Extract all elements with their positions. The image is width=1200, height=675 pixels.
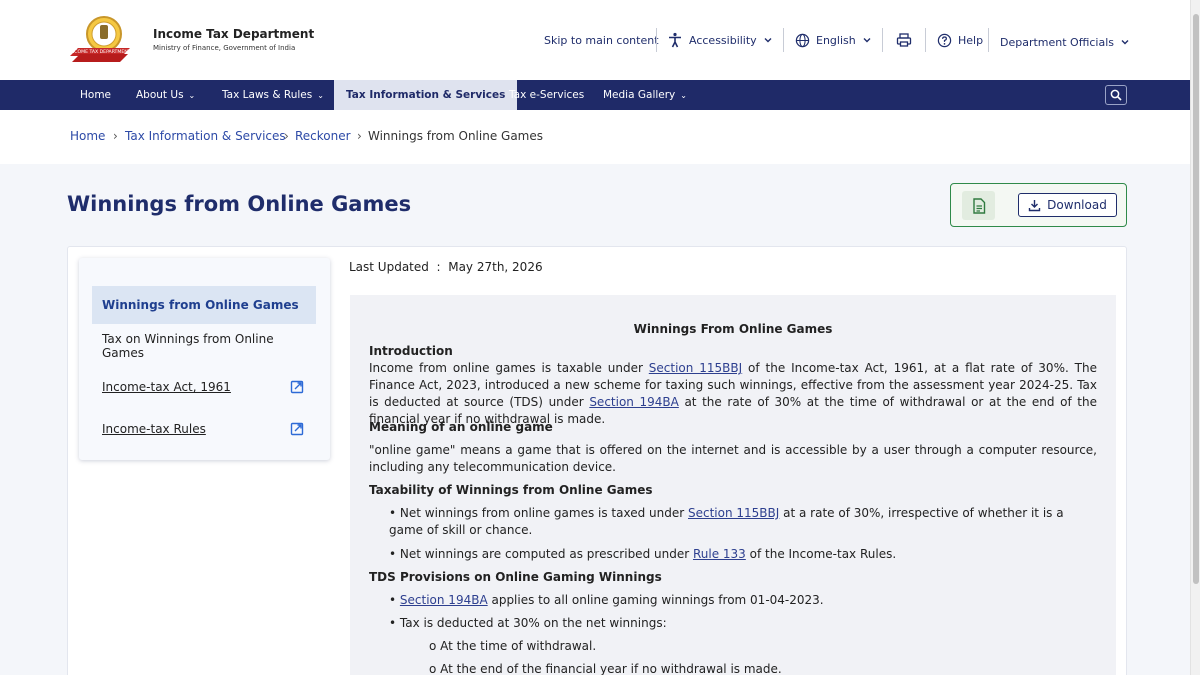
search-icon bbox=[1110, 89, 1122, 101]
page-scrollbar[interactable] bbox=[1190, 0, 1200, 675]
breadcrumb-reckoner[interactable]: Reckoner bbox=[295, 129, 351, 143]
skip-link[interactable]: Skip to main content bbox=[544, 30, 659, 50]
nav-tax-information[interactable]: Tax Information & Services bbox=[334, 80, 518, 110]
sub-list-item: o At the time of withdrawal. bbox=[429, 639, 597, 653]
breadcrumb-separator: › bbox=[357, 129, 362, 143]
page-actions: Download bbox=[950, 183, 1127, 227]
print-button[interactable] bbox=[896, 30, 912, 50]
help-link[interactable]: Help bbox=[937, 30, 983, 50]
list-item: Tax is deducted at 30% on the net winnin… bbox=[389, 615, 1097, 632]
scrollbar-thumb[interactable] bbox=[1193, 14, 1199, 584]
site-header: INCOME TAX DEPARTMENT Income Tax Departm… bbox=[0, 0, 1190, 80]
breadcrumb-separator: › bbox=[284, 129, 289, 143]
department-title[interactable]: Income Tax Department bbox=[153, 27, 314, 41]
chevron-down-icon bbox=[1121, 40, 1129, 45]
breadcrumb-separator: › bbox=[113, 129, 118, 143]
download-button[interactable]: Download bbox=[1018, 193, 1117, 217]
main-nav: Home About Us ⌄ Tax Laws & Rules ⌄ Tax Inf… bbox=[0, 80, 1190, 110]
divider bbox=[656, 28, 657, 52]
section-115bbj-link[interactable]: Section 115BBJ bbox=[688, 506, 779, 520]
rule-133-link[interactable]: Rule 133 bbox=[693, 547, 746, 561]
chevron-down-icon: ⌄ bbox=[317, 91, 324, 100]
intro-paragraph: Income from online games is taxable unde… bbox=[369, 361, 1097, 426]
accessibility-icon bbox=[669, 32, 681, 48]
nav-about-us[interactable]: About Us ⌄ bbox=[124, 80, 207, 110]
nav-media-gallery[interactable]: Media Gallery ⌄ bbox=[591, 80, 699, 110]
article-content: Winnings From Online Games Introduction … bbox=[350, 295, 1116, 675]
external-link-icon bbox=[290, 422, 304, 436]
document-icon bbox=[972, 197, 985, 214]
chevron-down-icon: ⌄ bbox=[188, 91, 196, 100]
download-icon bbox=[1028, 199, 1041, 211]
department-subtitle: Ministry of Finance, Government of India bbox=[153, 44, 296, 52]
breadcrumb-current: Winnings from Online Games bbox=[368, 129, 544, 143]
chevron-down-icon bbox=[863, 38, 871, 43]
intro-heading: Introduction bbox=[369, 344, 453, 358]
main-card: Winnings from Online Games Tax on Winnin… bbox=[67, 246, 1127, 675]
meaning-paragraph: "online game" means a game that is offer… bbox=[369, 443, 1097, 474]
printer-icon bbox=[896, 33, 912, 47]
taxability-heading: Taxability of Winnings from Online Games bbox=[369, 483, 653, 497]
list-item: Net winnings are computed as prescribed … bbox=[389, 546, 1097, 563]
chevron-down-icon: ⌄ bbox=[680, 91, 687, 100]
breadcrumb-tax-information[interactable]: Tax Information & Services bbox=[125, 129, 286, 143]
list-item: Net winnings from online games is taxed … bbox=[389, 505, 1097, 539]
breadcrumb-home[interactable]: Home bbox=[70, 129, 105, 143]
sidebar-item-winnings[interactable]: Winnings from Online Games bbox=[92, 286, 316, 324]
svg-text:INCOME TAX DEPARTMENT: INCOME TAX DEPARTMENT bbox=[70, 49, 131, 55]
nav-tax-eservices[interactable]: Tax e-Services bbox=[497, 80, 596, 110]
article-heading: Winnings From Online Games bbox=[633, 322, 833, 336]
accessibility-menu[interactable]: Accessibility bbox=[667, 30, 773, 50]
divider bbox=[925, 28, 926, 52]
sub-list-item: o At the end of the financial year if no… bbox=[429, 662, 782, 675]
chevron-down-icon bbox=[764, 38, 772, 43]
search-button[interactable] bbox=[1105, 85, 1127, 105]
divider bbox=[882, 28, 883, 52]
nav-tax-laws[interactable]: Tax Laws & Rules ⌄ bbox=[210, 80, 336, 110]
page-title: Winnings from Online Games bbox=[67, 192, 412, 216]
list-item: Section 194BA applies to all online gami… bbox=[389, 592, 1097, 609]
nav-home[interactable]: Home bbox=[68, 80, 123, 110]
language-selector[interactable]: English bbox=[795, 30, 872, 50]
section-194ba-link[interactable]: Section 194BA bbox=[589, 395, 679, 409]
last-updated: Last Updated : May 27th, 2026 bbox=[349, 260, 543, 274]
section-115bbj-link[interactable]: Section 115BBJ bbox=[649, 361, 742, 375]
meaning-heading: Meaning of an online game bbox=[369, 420, 553, 434]
globe-icon bbox=[795, 33, 810, 47]
department-officials-menu[interactable]: Department Officials bbox=[1000, 32, 1130, 52]
sidebar: Winnings from Online Games Tax on Winnin… bbox=[79, 258, 330, 460]
breadcrumb: Home › Tax Information & Services › Reck… bbox=[0, 110, 1190, 164]
sidebar-item-income-tax-rules[interactable]: Income-tax Rules bbox=[92, 410, 316, 448]
tds-heading: TDS Provisions on Online Gaming Winnings bbox=[369, 570, 662, 584]
external-link-icon bbox=[290, 380, 304, 394]
emblem-logo[interactable]: INCOME TAX DEPARTMENT bbox=[68, 12, 132, 66]
divider bbox=[783, 28, 784, 52]
sidebar-item-income-tax-act[interactable]: Income-tax Act, 1961 bbox=[92, 368, 316, 406]
divider bbox=[988, 28, 989, 52]
sidebar-item-tax-on-winnings[interactable]: Tax on Winnings from Online Games bbox=[92, 327, 316, 365]
help-icon bbox=[937, 33, 952, 47]
section-194ba-link[interactable]: Section 194BA bbox=[400, 593, 488, 607]
document-button[interactable] bbox=[962, 191, 995, 220]
